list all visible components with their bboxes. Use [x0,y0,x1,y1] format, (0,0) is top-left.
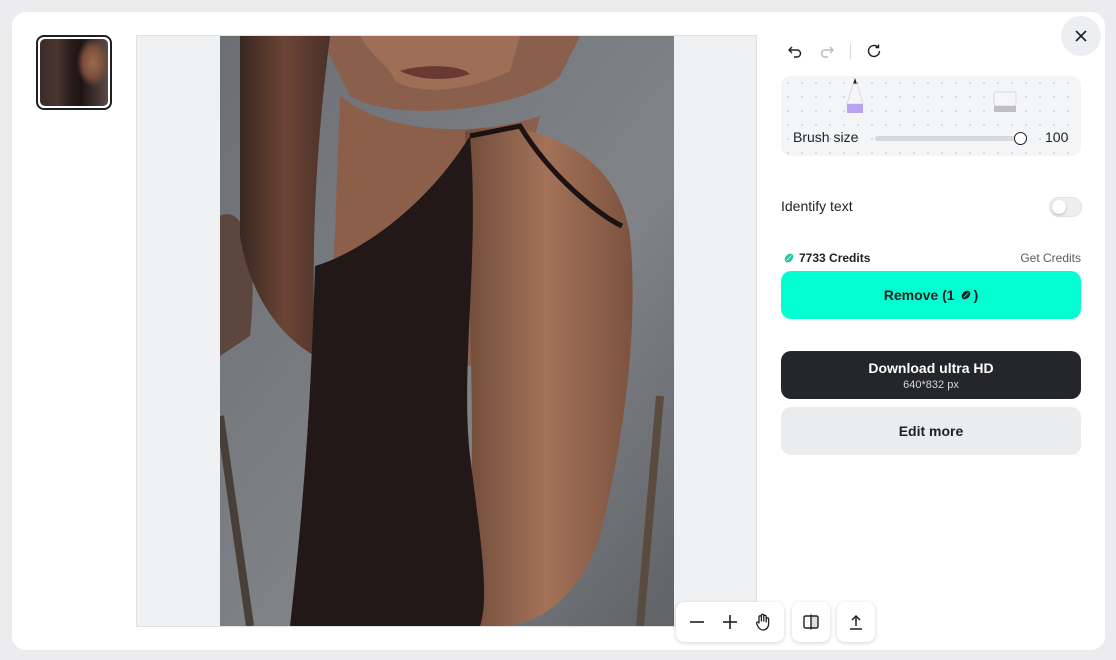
download-ultra-hd-button[interactable]: Download ultra HD 640*832 px [781,351,1081,399]
upload-button[interactable] [837,602,875,642]
photo-drawing [220,36,674,626]
zoom-in-button[interactable] [715,607,745,637]
brush-size-label: Brush size [793,129,859,145]
canvas-area [136,35,875,642]
thumbnail-image [40,39,108,106]
pen-icon [846,78,864,113]
identify-text-label: Identify text [781,198,853,214]
download-resolution: 640*832 px [903,378,959,391]
image-thumbnail[interactable] [36,35,112,110]
get-credits-link[interactable]: Get Credits [1020,251,1081,265]
reset-button[interactable] [863,40,885,62]
brush-tool[interactable] [845,78,865,121]
edit-more-button[interactable]: Edit more [781,407,1081,455]
compare-button[interactable] [792,602,830,642]
upload-icon [850,614,862,630]
credits-row: 7733 Credits Get Credits [783,251,1081,267]
close-button[interactable] [1061,16,1101,56]
hand-icon [756,613,770,631]
credits-amount: 7733 Credits [799,251,871,265]
toggle-knob [1052,200,1066,214]
refresh-icon [867,44,881,58]
brush-panel: Brush size 100 [781,76,1081,156]
redo-icon [820,46,834,58]
remove-button-label: Remove (1 [883,287,955,303]
zoom-in-icon [722,615,737,629]
zoom-out-button[interactable] [682,607,712,637]
pan-hand-button[interactable] [748,607,778,637]
close-icon [1075,30,1087,42]
history-toolbar [784,40,885,62]
eraser-tool[interactable] [993,90,1017,119]
remove-button[interactable]: Remove (1 ) [781,271,1081,319]
zoom-out-icon [689,621,704,623]
credit-bean-icon [961,290,970,300]
identify-text-toggle[interactable] [1049,197,1082,217]
credit-bean-icon [784,253,794,263]
edited-photo[interactable] [220,36,674,626]
remove-button-suffix: ) [973,287,979,303]
redo-button[interactable] [816,40,838,62]
credits-balance: 7733 Credits [783,251,870,265]
brush-size-value: 100 [1045,129,1069,145]
download-title: Download ultra HD [868,359,994,376]
brush-size-slider-track[interactable] [875,136,1023,141]
brush-size-slider-thumb[interactable] [1014,132,1027,145]
compare-icon [803,614,819,630]
eraser-icon [993,91,1017,112]
undo-button[interactable] [784,40,806,62]
undo-icon [788,46,802,58]
zoom-toolbar [676,602,784,642]
editor-modal: Brush size 100 Identify text 7733 Credit… [12,12,1105,650]
toolbar-divider [850,43,851,59]
